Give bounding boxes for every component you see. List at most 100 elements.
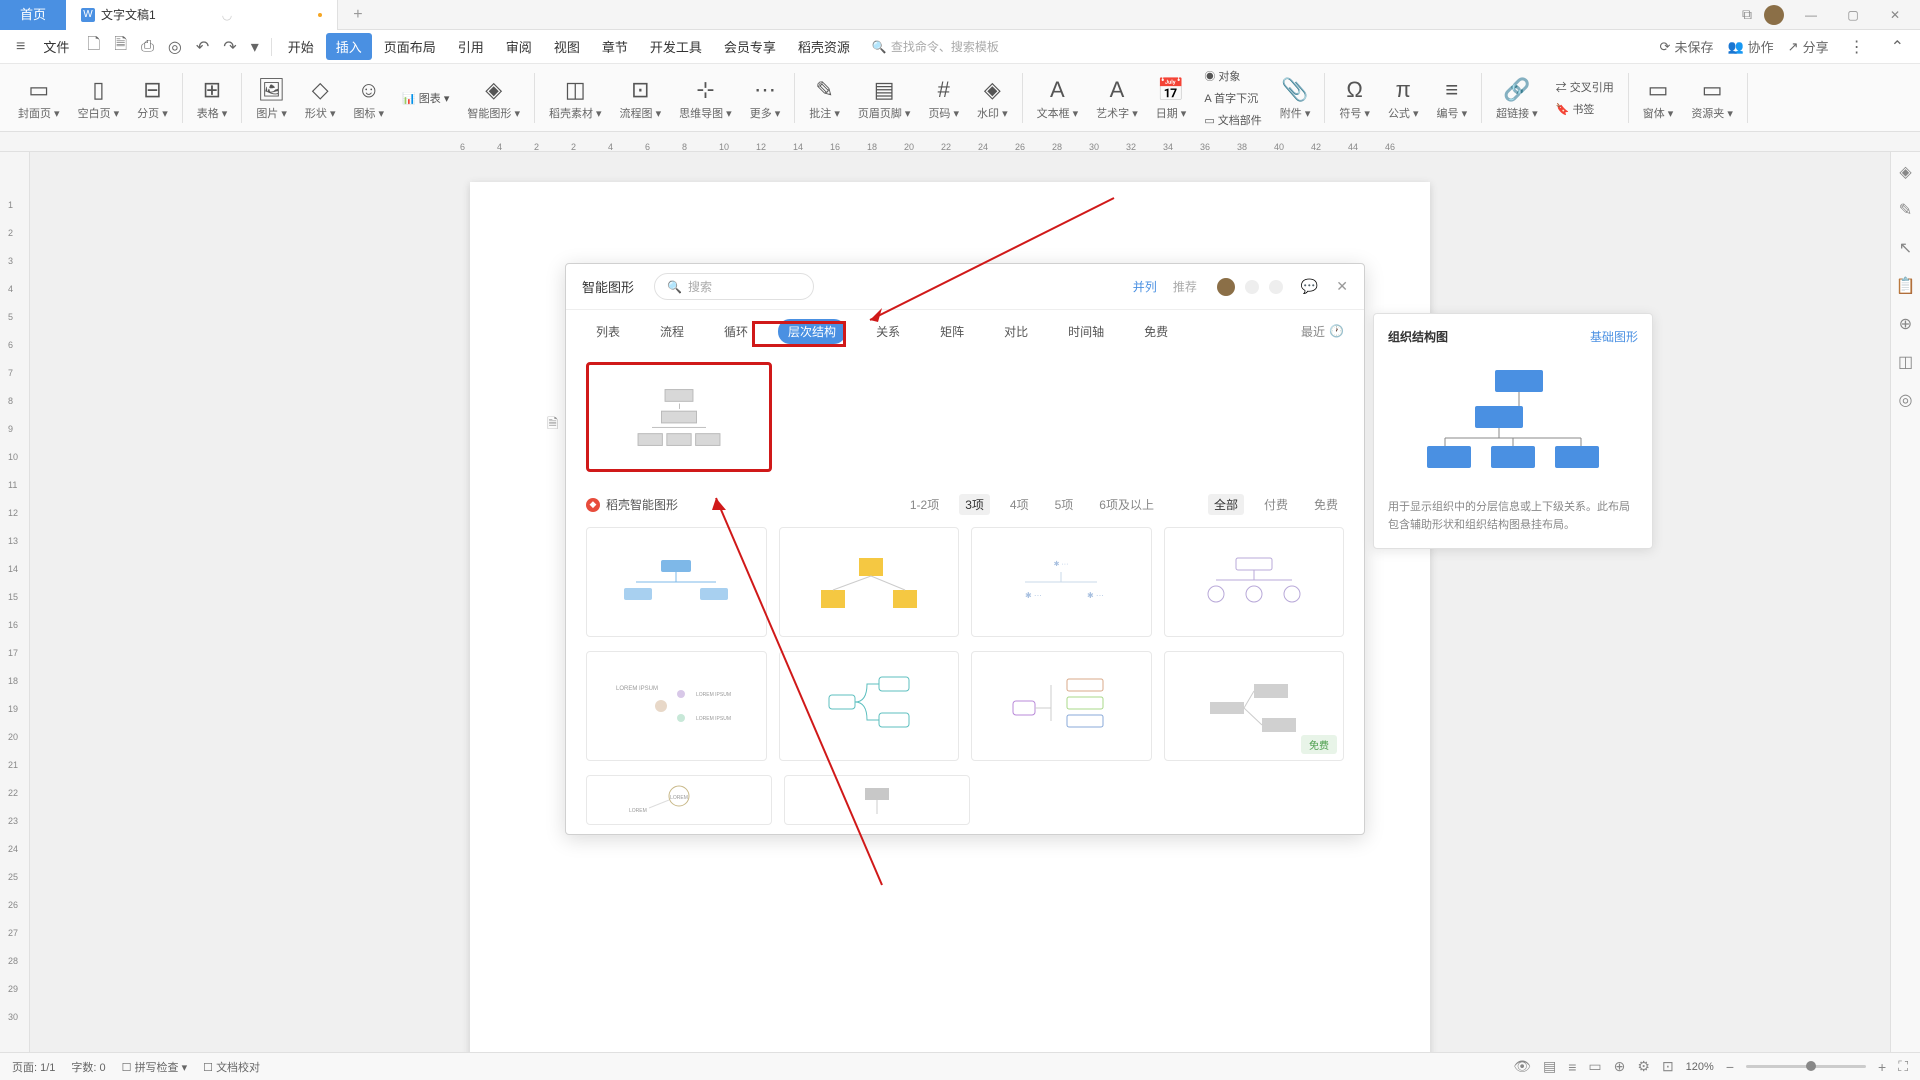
category-免费[interactable]: 免费 <box>1134 319 1178 344</box>
save-as-icon[interactable]: 🗎 <box>108 33 133 60</box>
docproof-toggle[interactable]: ☐ 文档校对 <box>203 1059 260 1075</box>
side-edit-icon[interactable]: ✎ <box>1899 200 1912 220</box>
side-location-icon[interactable]: ◎ <box>1899 390 1913 410</box>
tooltip-link[interactable]: 基础图形 <box>1590 328 1638 345</box>
ribbon-窗体[interactable]: ▭窗体 ▾ <box>1635 75 1682 121</box>
ribbon-封面页[interactable]: ▭封面页 ▾ <box>10 75 68 121</box>
tab-recommend[interactable]: 推荐 <box>1173 278 1197 295</box>
template-item[interactable] <box>586 527 767 637</box>
zoom-level[interactable]: 120% <box>1686 1061 1714 1073</box>
layout-web-icon[interactable]: ⊕ <box>1614 1058 1626 1075</box>
command-search[interactable]: 🔍 查找命令、搜索模板 <box>872 38 999 55</box>
side-select-icon[interactable]: ↖ <box>1899 238 1912 258</box>
category-层次结构[interactable]: 层次结构 <box>778 319 846 344</box>
template-item[interactable] <box>784 775 970 825</box>
filter-6项及以上[interactable]: 6项及以上 <box>1093 494 1160 515</box>
template-item[interactable] <box>971 651 1152 761</box>
ribbon-思维导图[interactable]: ⊹思维导图 ▾ <box>671 75 740 121</box>
ribbon-空白页[interactable]: ▯空白页 ▾ <box>70 75 128 121</box>
dialog-close-button[interactable]: ✕ <box>1336 278 1348 295</box>
category-流程[interactable]: 流程 <box>650 319 694 344</box>
ribbon-批注[interactable]: ✎批注 ▾ <box>801 75 848 121</box>
recent-button[interactable]: 最近🕐 <box>1301 323 1344 340</box>
dialog-search[interactable]: 🔍 搜索 <box>654 273 814 300</box>
ribbon-稻壳素材[interactable]: ◫稻壳素材 ▾ <box>541 75 610 121</box>
menu-视图[interactable]: 视图 <box>544 33 590 60</box>
unsaved-indicator[interactable]: ⟳未保存 <box>1660 37 1714 56</box>
menu-章节[interactable]: 章节 <box>592 33 638 60</box>
menu-稻壳资源[interactable]: 稻壳资源 <box>788 33 860 60</box>
ribbon-页眉页脚[interactable]: ▤页眉页脚 ▾ <box>850 75 919 121</box>
ribbon-文本框[interactable]: A文本框 ▾ <box>1029 75 1087 121</box>
ribbon-水印[interactable]: ◈水印 ▾ <box>969 75 1016 121</box>
fullscreen-icon[interactable]: ⛶ <box>1898 1058 1908 1075</box>
zoom-out-button[interactable]: − <box>1726 1059 1734 1075</box>
preview-icon[interactable]: ◎ <box>162 37 188 57</box>
ribbon-日期[interactable]: 📅日期 ▾ <box>1148 75 1195 121</box>
menu-开发工具[interactable]: 开发工具 <box>640 33 712 60</box>
menu-审阅[interactable]: 审阅 <box>496 33 542 60</box>
ribbon-small-书签[interactable]: 🔖 书签 <box>1552 99 1618 119</box>
ribbon-图片[interactable]: 🖼图片 ▾ <box>248 75 295 121</box>
ribbon-智能图形[interactable]: ◈智能图形 ▾ <box>459 75 528 121</box>
filter-4项[interactable]: 4项 <box>1004 494 1035 515</box>
ribbon-公式[interactable]: π公式 ▾ <box>1380 75 1427 121</box>
template-item[interactable]: LOREM IPSUMLOREM IPSUMLOREM IPSUM <box>586 651 767 761</box>
menu-开始[interactable]: 开始 <box>278 33 324 60</box>
filter-5项[interactable]: 5项 <box>1049 494 1080 515</box>
filter-3项[interactable]: 3项 <box>959 494 990 515</box>
redo-icon[interactable]: ↷ <box>217 37 242 57</box>
ribbon-艺术字[interactable]: A艺术字 ▾ <box>1088 75 1146 121</box>
category-列表[interactable]: 列表 <box>586 319 630 344</box>
hamburger-icon[interactable]: ≡ <box>10 38 31 56</box>
undo-icon[interactable]: ↶ <box>190 37 215 57</box>
layout-outline-icon[interactable]: ≡ <box>1568 1059 1576 1075</box>
ribbon-符号[interactable]: Ω符号 ▾ <box>1331 75 1378 121</box>
template-item[interactable] <box>779 651 960 761</box>
ribbon-small-文档部件[interactable]: ▭ 文档部件 <box>1200 110 1265 130</box>
ribbon-流程图[interactable]: ⊡流程图 ▾ <box>612 75 670 121</box>
menu-页面布局[interactable]: 页面布局 <box>374 33 446 60</box>
user-avatar[interactable] <box>1764 5 1784 25</box>
category-循环[interactable]: 循环 <box>714 319 758 344</box>
share-button[interactable]: ↗分享 <box>1788 37 1829 56</box>
template-item[interactable]: ✱ ···✱ ···✱ ··· <box>971 527 1152 637</box>
menu-会员专享[interactable]: 会员专享 <box>714 33 786 60</box>
side-nav-icon[interactable]: ◈ <box>1899 162 1911 182</box>
save-icon[interactable]: 🗋 <box>81 33 106 60</box>
filter-1-2项[interactable]: 1-2项 <box>904 494 945 515</box>
category-矩阵[interactable]: 矩阵 <box>930 319 974 344</box>
spellcheck-toggle[interactable]: ☐ 拼写检查 ▾ <box>122 1059 188 1075</box>
collab-button[interactable]: 👥协作 <box>1727 37 1773 56</box>
document-tab[interactable]: W 文字文稿1 ◡ <box>66 0 338 30</box>
ribbon-附件[interactable]: 📎附件 ▾ <box>1272 75 1319 121</box>
file-menu[interactable]: 文件 <box>33 33 79 60</box>
layout-read-icon[interactable]: ▭ <box>1588 1058 1601 1075</box>
ribbon-small-交叉引用[interactable]: ⇄ 交叉引用 <box>1552 77 1618 97</box>
home-tab[interactable]: 首页 <box>0 0 66 30</box>
ribbon-资源夹[interactable]: ▭资源夹 ▾ <box>1683 75 1741 121</box>
dropdown-icon[interactable]: ▾ <box>245 37 265 57</box>
ribbon-small-图表[interactable]: 📊 图表 ▾ <box>398 88 453 108</box>
side-status-icon[interactable]: ⊕ <box>1899 314 1912 334</box>
filter-tab-免费[interactable]: 免费 <box>1308 494 1344 515</box>
layout-print-icon[interactable]: ▤ <box>1543 1058 1556 1075</box>
side-layers-icon[interactable]: ◫ <box>1898 352 1913 372</box>
expand-icon[interactable]: ⌃ <box>1885 37 1910 57</box>
template-item[interactable]: 免费 <box>1164 651 1345 761</box>
menu-插入[interactable]: 插入 <box>326 33 372 60</box>
settings-icon[interactable]: ⚙ <box>1637 1058 1650 1075</box>
template-org-chart[interactable] <box>586 362 772 472</box>
ribbon-表格[interactable]: ⊞表格 ▾ <box>189 75 236 121</box>
more-icon[interactable]: ⋮ <box>1843 37 1871 57</box>
ribbon-small-对象[interactable]: ◉ 对象 <box>1200 66 1265 86</box>
filter-tab-付费[interactable]: 付费 <box>1258 494 1294 515</box>
zoom-in-button[interactable]: + <box>1878 1059 1886 1075</box>
filter-tab-全部[interactable]: 全部 <box>1208 494 1244 515</box>
template-item[interactable]: LOREMLOREM <box>586 775 772 825</box>
ribbon-形状[interactable]: ◇形状 ▾ <box>297 75 344 121</box>
ribbon-更多[interactable]: ⋯更多 ▾ <box>742 75 789 121</box>
page-indicator[interactable]: 页面: 1/1 <box>12 1059 55 1075</box>
view-icon[interactable]: 👁 <box>1513 1058 1531 1075</box>
menu-引用[interactable]: 引用 <box>448 33 494 60</box>
